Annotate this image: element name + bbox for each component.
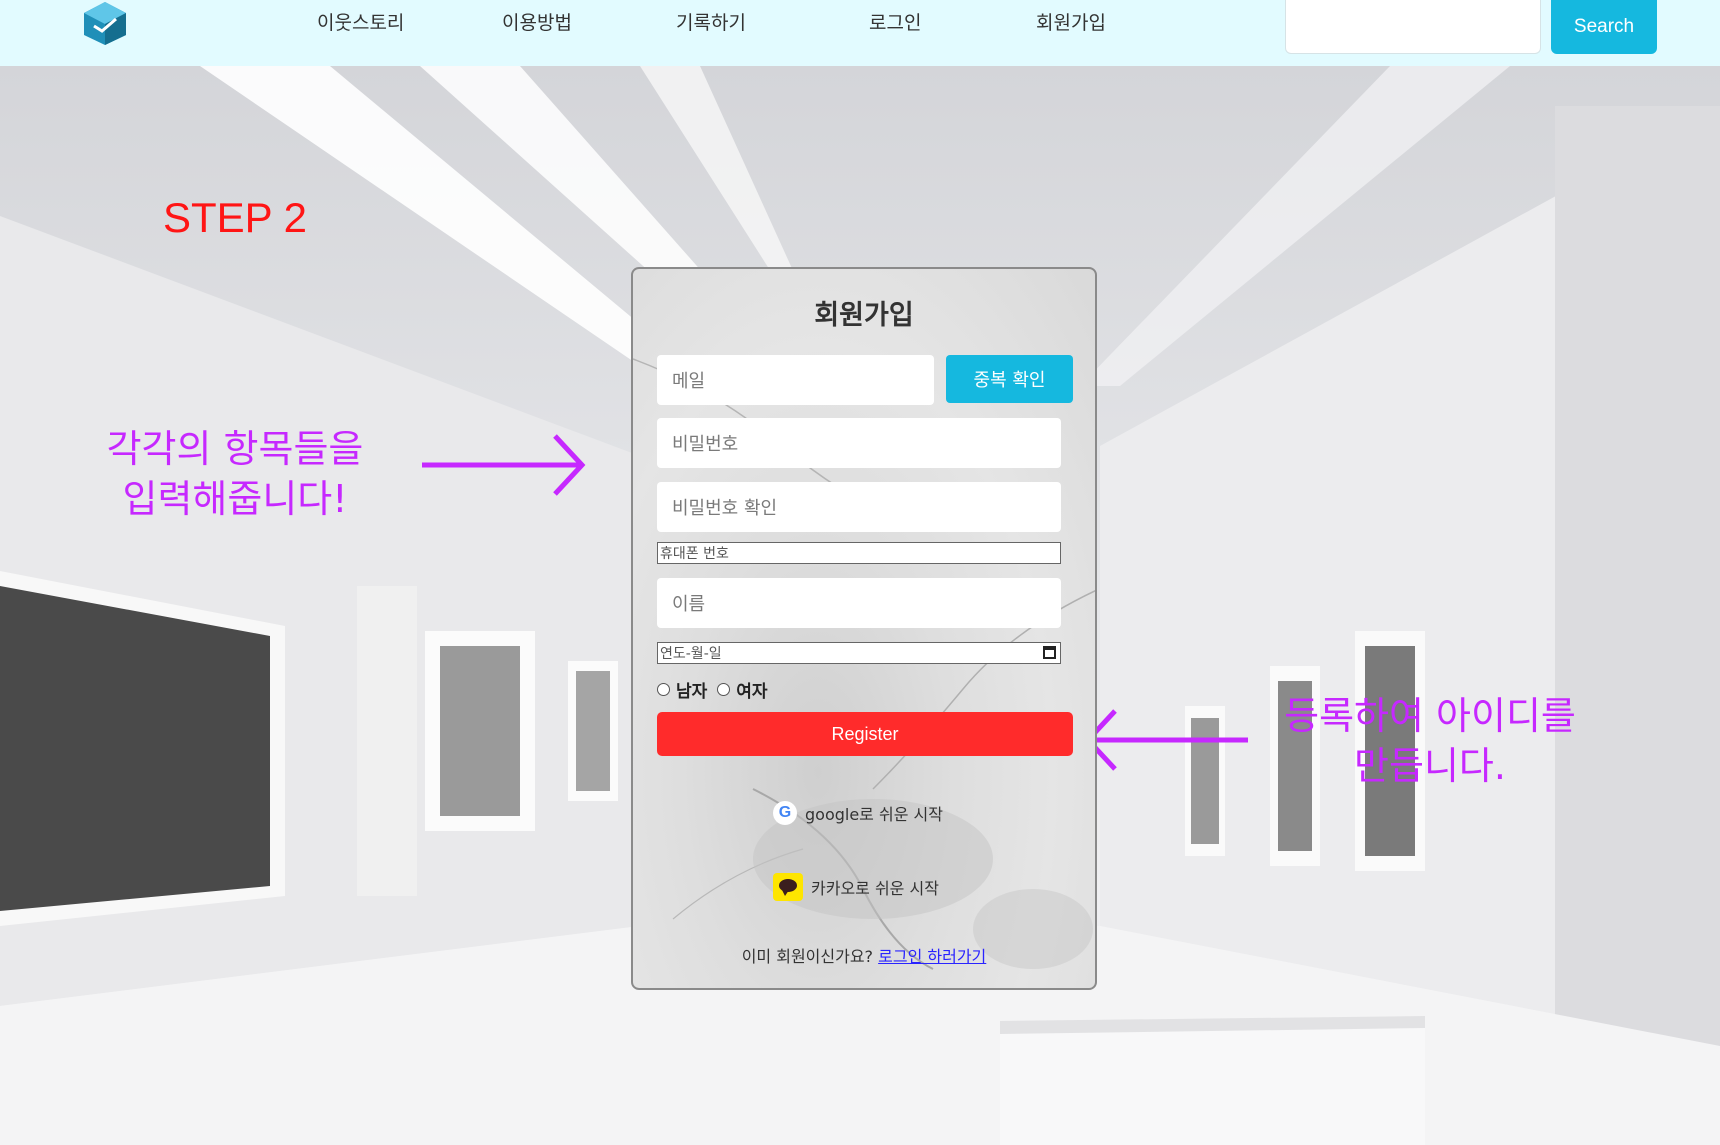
password-field[interactable]: 비밀번호 bbox=[657, 418, 1061, 468]
signup-card: 회원가입 메일 중복 확인 비밀번호 비밀번호 확인 휴대폰 번호 이름 연도-… bbox=[631, 267, 1097, 990]
kakao-icon bbox=[773, 873, 803, 901]
annotation-left-line2: 입력해줍니다! bbox=[122, 477, 348, 521]
gender-male-label: 남자 bbox=[676, 682, 708, 702]
email-field[interactable]: 메일 bbox=[657, 355, 934, 405]
google-icon: G bbox=[773, 801, 797, 825]
site-logo-icon[interactable] bbox=[80, 0, 130, 46]
arrow-left-icon bbox=[1084, 709, 1248, 771]
annotation-left: 각각의 항목들을 입력해줍니다! bbox=[90, 424, 380, 524]
annotation-right-line1: 등록하여 아이디를 bbox=[1284, 694, 1576, 738]
google-signup-button[interactable]: G google로 쉬운 시작 bbox=[773, 801, 943, 825]
nav-record[interactable]: 기록하기 bbox=[676, 8, 746, 35]
search-button[interactable]: Search bbox=[1551, 0, 1657, 54]
nav-how-to-use[interactable]: 이용방법 bbox=[502, 8, 572, 35]
birthdate-field[interactable]: 연도-월-일 bbox=[657, 642, 1061, 664]
gender-male-radio[interactable] bbox=[657, 683, 670, 696]
gender-selector: 남자 여자 bbox=[657, 677, 778, 702]
annotation-right: 등록하여 아이디를 만듭니다. bbox=[1270, 691, 1590, 791]
top-header: 이웃스토리 이용방법 기록하기 로그인 회원가입 Search bbox=[0, 0, 1720, 66]
password-confirm-field[interactable]: 비밀번호 확인 bbox=[657, 482, 1061, 532]
duplicate-check-button[interactable]: 중복 확인 bbox=[946, 355, 1073, 403]
annotation-left-line1: 각각의 항목들을 bbox=[106, 427, 364, 471]
nav-login[interactable]: 로그인 bbox=[869, 8, 921, 35]
login-link[interactable]: 로그인 하러가기 bbox=[878, 947, 986, 966]
annotation-right-line2: 만듭니다. bbox=[1354, 744, 1506, 788]
login-prompt: 이미 회원이신가요? 로그인 하러가기 bbox=[633, 943, 1095, 967]
calendar-icon[interactable] bbox=[1043, 646, 1056, 659]
gender-female-label: 여자 bbox=[736, 682, 768, 702]
birthdate-placeholder: 연도-월-일 bbox=[660, 646, 722, 662]
google-signup-label: google로 쉬운 시작 bbox=[805, 805, 943, 824]
name-field[interactable]: 이름 bbox=[657, 578, 1061, 628]
signup-title: 회원가입 bbox=[814, 300, 914, 331]
nav-signup[interactable]: 회원가입 bbox=[1036, 8, 1106, 35]
nav-neighbor-story[interactable]: 이웃스토리 bbox=[317, 8, 404, 35]
search-input[interactable] bbox=[1285, 0, 1541, 54]
step-label: STEP 2 bbox=[163, 194, 307, 241]
already-member-text: 이미 회원이신가요? bbox=[741, 947, 874, 966]
register-button[interactable]: Register bbox=[657, 712, 1073, 756]
kakao-signup-label: 카카오로 쉬운 시작 bbox=[811, 879, 939, 898]
gender-female-radio[interactable] bbox=[717, 683, 731, 696]
arrow-right-icon bbox=[422, 434, 586, 496]
kakao-signup-button[interactable]: 카카오로 쉬운 시작 bbox=[773, 873, 939, 901]
phone-field[interactable]: 휴대폰 번호 bbox=[657, 542, 1061, 564]
